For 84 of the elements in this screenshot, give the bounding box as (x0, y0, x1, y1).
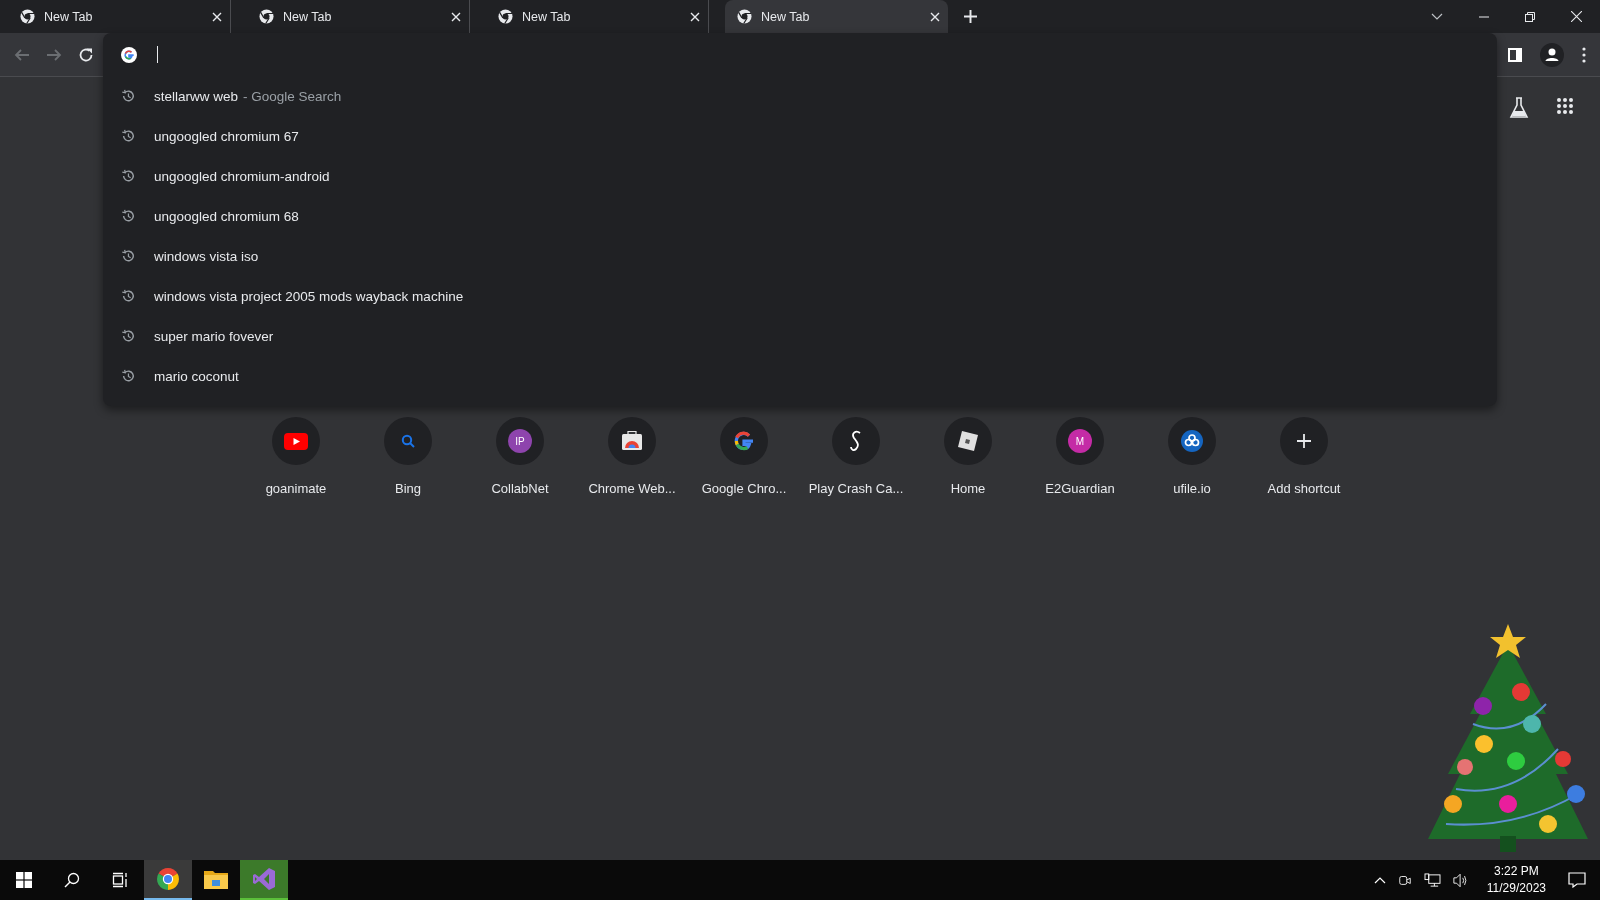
plus-icon (1297, 434, 1311, 448)
tab-title: New Tab (522, 9, 572, 24)
close-icon[interactable] (451, 11, 461, 22)
shortcut-label: ufile.io (1173, 481, 1211, 496)
shortcut-tile[interactable] (832, 417, 880, 465)
tab-title: New Tab (283, 9, 333, 24)
taskbar-clock[interactable]: 3:22 PM 11/29/2023 (1486, 863, 1546, 897)
close-icon[interactable] (212, 11, 222, 22)
history-icon (121, 249, 135, 263)
browser-logo-icon (259, 9, 274, 24)
chevron-down-icon[interactable] (1431, 12, 1443, 21)
minimize-icon[interactable] (1479, 15, 1489, 18)
shortcut-label: Home (950, 481, 986, 496)
menu-icon[interactable] (1582, 46, 1586, 63)
shortcut-label: goanimate (265, 481, 327, 496)
browser-tab[interactable]: New Tab (725, 0, 948, 33)
shortcut-tile[interactable] (1280, 417, 1328, 465)
side-panel-icon[interactable] (1508, 47, 1522, 62)
shortcut-label: Google Chro... (701, 481, 787, 496)
suggestion-item[interactable]: stellarww web - Google Search (103, 76, 1497, 116)
shortcut-tile[interactable] (384, 417, 432, 465)
infinity-logo-icon (252, 867, 276, 891)
camera-icon[interactable] (1397, 873, 1412, 887)
cloud-icon (1181, 430, 1203, 452)
monogram-badge: M (1068, 429, 1092, 453)
windows-start-icon[interactable] (16, 872, 32, 888)
store-icon (621, 431, 643, 451)
script-s-icon (849, 430, 863, 452)
notification-icon[interactable] (1568, 872, 1586, 888)
browser-logo-icon (20, 9, 35, 24)
suggestion-item[interactable]: windows vista project 2005 mods wayback machine (103, 276, 1497, 316)
play-button-icon (284, 432, 308, 450)
shortcut-tile[interactable]: IP (496, 417, 544, 465)
monogram-badge: IP (508, 429, 532, 453)
history-icon (121, 169, 135, 183)
shortcut-tile[interactable] (608, 417, 656, 465)
shortcut-label: CollabNet (491, 481, 549, 496)
browser-logo-icon (498, 9, 513, 24)
profile-icon[interactable] (1540, 42, 1564, 67)
shortcut-label: Chrome Web... (588, 481, 676, 496)
shortcut-label: Bing (395, 481, 421, 496)
chevron-up-icon[interactable] (1373, 876, 1386, 884)
close-icon[interactable] (1571, 11, 1582, 22)
google-logo-icon (732, 429, 756, 453)
google-logo-icon (121, 46, 137, 63)
suggestion-item[interactable]: ungoogled chromium 67 (103, 116, 1497, 156)
suggestion-item[interactable]: ungoogled chromium-android (103, 156, 1497, 196)
shortcut-label: Play Crash Ca... (808, 481, 904, 496)
suggestion-item[interactable]: super mario fovever (103, 316, 1497, 356)
shortcut-tile[interactable] (1168, 417, 1216, 465)
shortcut-label: Add shortcut (1267, 481, 1341, 496)
shortcut-tile[interactable] (720, 417, 768, 465)
apps-grid-icon[interactable] (1556, 97, 1574, 115)
history-icon (121, 129, 135, 143)
history-icon (121, 369, 135, 383)
flask-icon[interactable] (1509, 97, 1529, 119)
shortcut-tile[interactable] (944, 417, 992, 465)
folder-icon (204, 869, 228, 889)
history-icon (121, 89, 135, 103)
history-icon (121, 209, 135, 223)
close-icon[interactable] (930, 11, 940, 22)
history-icon (121, 329, 135, 343)
shortcut-label: E2Guardian (1045, 481, 1115, 496)
tab-title: New Tab (761, 9, 811, 24)
network-icon[interactable] (1423, 872, 1441, 888)
browser-logo-icon (156, 867, 180, 891)
history-icon (121, 289, 135, 303)
browser-logo-icon (737, 9, 752, 24)
speaker-icon[interactable] (1452, 872, 1469, 888)
suggestion-item[interactable]: ungoogled chromium 68 (103, 196, 1497, 236)
suggestion-item[interactable]: mario coconut (103, 356, 1497, 396)
taskbar-app[interactable] (144, 860, 192, 900)
new-tab-icon[interactable] (964, 10, 977, 23)
search-icon (401, 434, 415, 448)
restore-icon[interactable] (1525, 11, 1535, 22)
search-icon[interactable] (64, 872, 80, 888)
shortcut-tile[interactable] (272, 417, 320, 465)
reload-icon[interactable] (78, 46, 94, 63)
task-view-icon[interactable] (112, 872, 128, 888)
shortcut-tile[interactable]: M (1056, 417, 1104, 465)
text-cursor (157, 46, 158, 63)
suggestion-item[interactable]: windows vista iso (103, 236, 1497, 276)
tab-title: New Tab (44, 9, 94, 24)
close-icon[interactable] (690, 11, 700, 22)
